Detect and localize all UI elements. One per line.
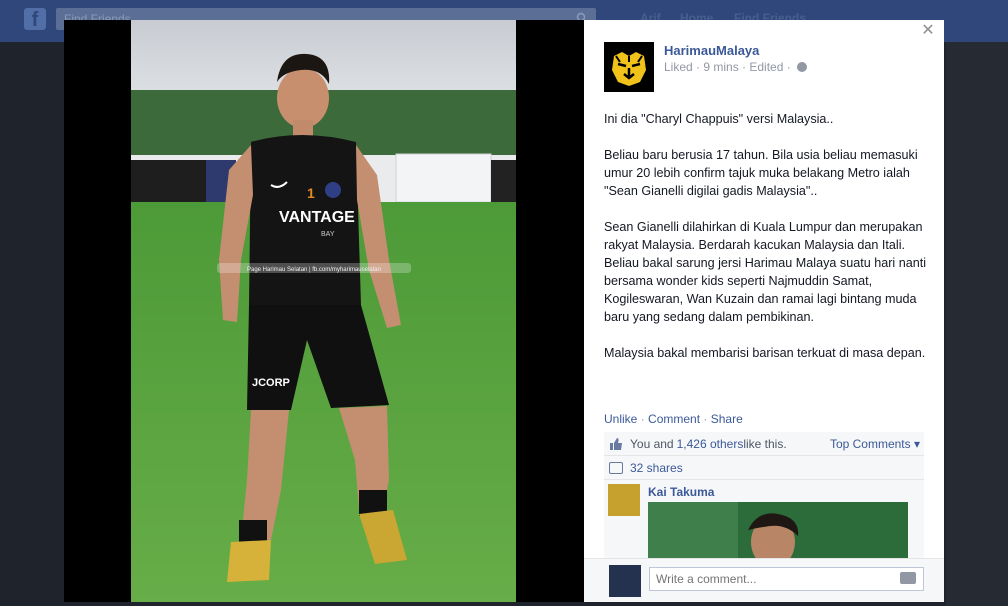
shares-count-link[interactable]: 32 shares: [630, 461, 683, 475]
photo-viewer: VANTAGE BAY 1 JCORP Page Harimau Selatan…: [64, 20, 944, 602]
football-player-photo: VANTAGE BAY 1 JCORP Page Harimau Selatan…: [131, 20, 516, 602]
likes-row: You and 1,426 others like this. Top Comm…: [604, 432, 924, 456]
close-icon[interactable]: ✕: [920, 23, 936, 39]
action-separator: ·: [703, 412, 711, 426]
post-text: Ini dia "Charyl Chappuis" versi Malaysia…: [604, 110, 926, 380]
comment-photo-illustration: [648, 502, 908, 558]
comment-item: Kai Takuma: [604, 480, 924, 558]
post-meta-text: Liked · 9 mins · Edited ·: [664, 60, 791, 74]
shirt-sponsor-sub: BAY: [321, 231, 335, 238]
post-paragraph: Beliau baru berusia 17 tahun. Bila usia …: [604, 148, 918, 198]
commenter-avatar[interactable]: [608, 484, 640, 516]
page-avatar[interactable]: [604, 42, 654, 92]
likes-suffix: like this.: [743, 436, 787, 451]
feedback-box: You and 1,426 others like this. Top Comm…: [604, 432, 924, 558]
likes-prefix: You and: [630, 436, 674, 451]
user-avatar[interactable]: [609, 565, 641, 597]
facebook-logo-icon[interactable]: f: [24, 8, 46, 31]
comment-input[interactable]: [649, 567, 924, 591]
page-name-link[interactable]: HarimauMalaya: [664, 43, 759, 58]
action-separator: ·: [640, 412, 649, 426]
likes-count-link[interactable]: 1,426 others: [677, 437, 744, 451]
unlike-link[interactable]: Unlike: [604, 412, 637, 426]
player-illustration: VANTAGE BAY 1 JCORP Page Harimau Selatan…: [131, 20, 516, 602]
shirt-sponsor: VANTAGE: [279, 209, 355, 226]
club-crest-icon: [325, 182, 341, 198]
shares-row: 32 shares: [604, 456, 924, 480]
tiger-logo-icon: [612, 52, 646, 86]
photo-watermark: Page Harimau Selatan | fb.com/myharimaus…: [247, 267, 381, 273]
globe-icon[interactable]: [796, 62, 807, 72]
post-actions: Unlike · Comment · Share: [604, 412, 743, 426]
share-link[interactable]: Share: [711, 412, 743, 426]
post-paragraph: Sean Gianelli dilahirkan di Kuala Lumpur…: [604, 220, 927, 324]
comment-link[interactable]: Comment: [648, 412, 700, 426]
shorts-logo: JCORP: [252, 377, 290, 389]
commenter-name-link[interactable]: Kai Takuma: [648, 485, 714, 499]
photo-stage[interactable]: VANTAGE BAY 1 JCORP Page Harimau Selatan…: [64, 20, 584, 602]
post-paragraph: Ini dia "Charyl Chappuis" versi Malaysia…: [604, 112, 834, 126]
share-icon: [609, 461, 623, 474]
post-panel: ✕ HarimauMalaya Liked · 9 mins · Edited …: [584, 20, 944, 602]
comment-attached-photo[interactable]: [648, 502, 908, 558]
shirt-number: 1: [307, 185, 315, 201]
thumbs-up-icon: [610, 437, 622, 450]
write-comment-bar: [584, 558, 944, 602]
background-sidebar: [946, 42, 1008, 606]
post-meta: Liked · 9 mins · Edited ·: [664, 60, 807, 74]
post-paragraph: Malaysia bakal membarisi barisan terkuat…: [604, 346, 926, 360]
camera-icon[interactable]: [900, 572, 916, 584]
top-comments-dropdown[interactable]: Top Comments ▾: [830, 437, 920, 451]
